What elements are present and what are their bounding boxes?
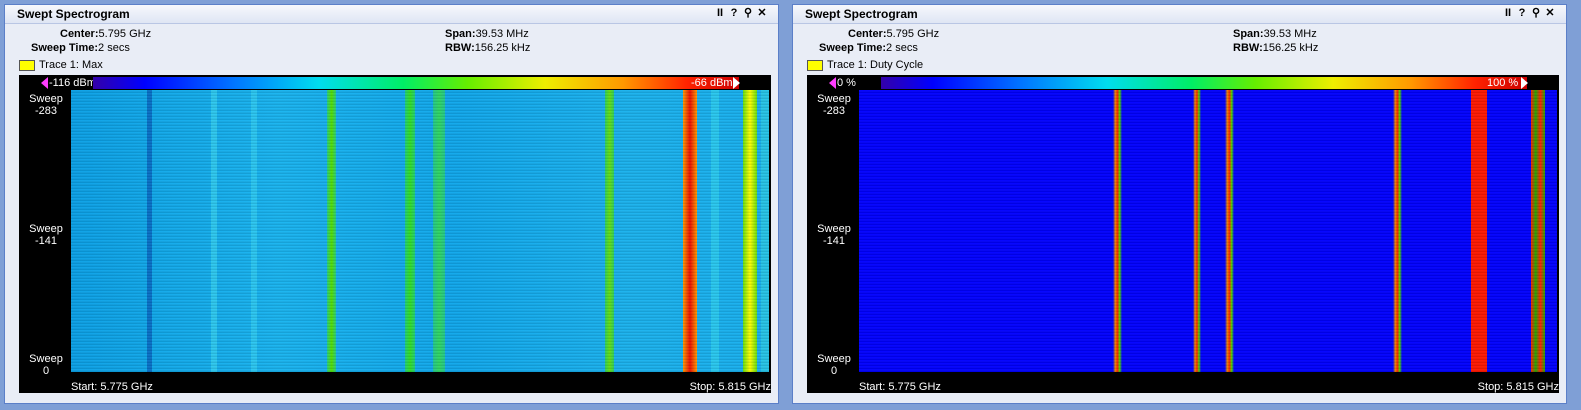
scale-max-arrow-icon[interactable] [733, 77, 740, 89]
y-label-mid: Sweep -141 [29, 223, 63, 247]
trace-label: Trace 1: Duty Cycle [827, 59, 924, 71]
sweep-time-readout: Sweep Time:2 secs [819, 42, 918, 54]
zoom-icon[interactable]: ⚲ [1530, 7, 1542, 20]
scale-min-arrow-icon[interactable] [829, 77, 836, 89]
trace-label: Trace 1: Max [39, 59, 103, 71]
zoom-icon[interactable]: ⚲ [742, 7, 754, 20]
spectrogram-plot[interactable]: -116 dBm -66 dBm Sweep -283 Sweep -141 Swe… [19, 75, 771, 393]
scale-min-label: 0 % [837, 77, 856, 89]
spectrogram-panel-max: Swept Spectrogram II ? ⚲ ✕ Center:5.795 … [4, 4, 779, 404]
stop-frequency-label: Stop: 5.815 GHz [1477, 381, 1559, 393]
pause-button[interactable]: II [714, 7, 726, 20]
start-frequency-label: Start: 5.775 GHz [859, 381, 941, 393]
color-scale-bar [93, 77, 739, 89]
start-frequency-label: Start: 5.775 GHz [71, 381, 153, 393]
scale-min-arrow-icon[interactable] [41, 77, 48, 89]
center-readout: Center:5.795 GHz [60, 28, 152, 40]
scale-min-label: -116 dBm [49, 77, 96, 89]
color-scale-bar [881, 77, 1527, 89]
span-readout: Span:39.53 MHz [445, 28, 529, 40]
scale-max-arrow-icon[interactable] [1521, 77, 1528, 89]
rbw-readout: RBW:156.25 kHz [1233, 42, 1319, 54]
scale-max-label: 100 % [1487, 77, 1519, 89]
help-button[interactable]: ? [728, 7, 740, 20]
spectrogram-panel-duty-cycle: Swept Spectrogram II ? ⚲ ✕ Center:5.795 … [792, 4, 1567, 404]
trace-color-swatch [807, 59, 823, 71]
spectrogram-image-max [71, 90, 769, 372]
scale-max-label: -66 dBm [691, 77, 733, 89]
close-button[interactable]: ✕ [756, 7, 768, 20]
y-label-bottom: Sweep 0 [29, 353, 63, 377]
y-label-top: Sweep -283 [29, 93, 63, 117]
panel-titlebar: Swept Spectrogram II ? ⚲ ✕ [5, 5, 778, 24]
y-label-bottom: Sweep 0 [817, 353, 851, 377]
panel-titlebar: Swept Spectrogram II ? ⚲ ✕ [793, 5, 1566, 24]
span-readout: Span:39.53 MHz [1233, 28, 1317, 40]
center-readout: Center:5.795 GHz [848, 28, 940, 40]
spectrogram-plot[interactable]: 0 % 100 % Sweep -283 Sweep -141 Sweep 0 Sta… [807, 75, 1559, 393]
y-label-mid: Sweep -141 [817, 223, 851, 247]
trace-legend[interactable]: Trace 1: Max [19, 59, 103, 71]
sweep-time-readout: Sweep Time:2 secs [31, 42, 130, 54]
spectrogram-image-duty-cycle [859, 90, 1557, 372]
help-button[interactable]: ? [1516, 7, 1528, 20]
panel-title: Swept Spectrogram [17, 7, 130, 21]
close-button[interactable]: ✕ [1544, 7, 1556, 20]
panel-title: Swept Spectrogram [805, 7, 918, 21]
pause-button[interactable]: II [1502, 7, 1514, 20]
stop-frequency-label: Stop: 5.815 GHz [689, 381, 771, 393]
trace-legend[interactable]: Trace 1: Duty Cycle [807, 59, 923, 71]
rbw-readout: RBW:156.25 kHz [445, 42, 531, 54]
trace-color-swatch [19, 59, 35, 71]
y-label-top: Sweep -283 [817, 93, 851, 117]
